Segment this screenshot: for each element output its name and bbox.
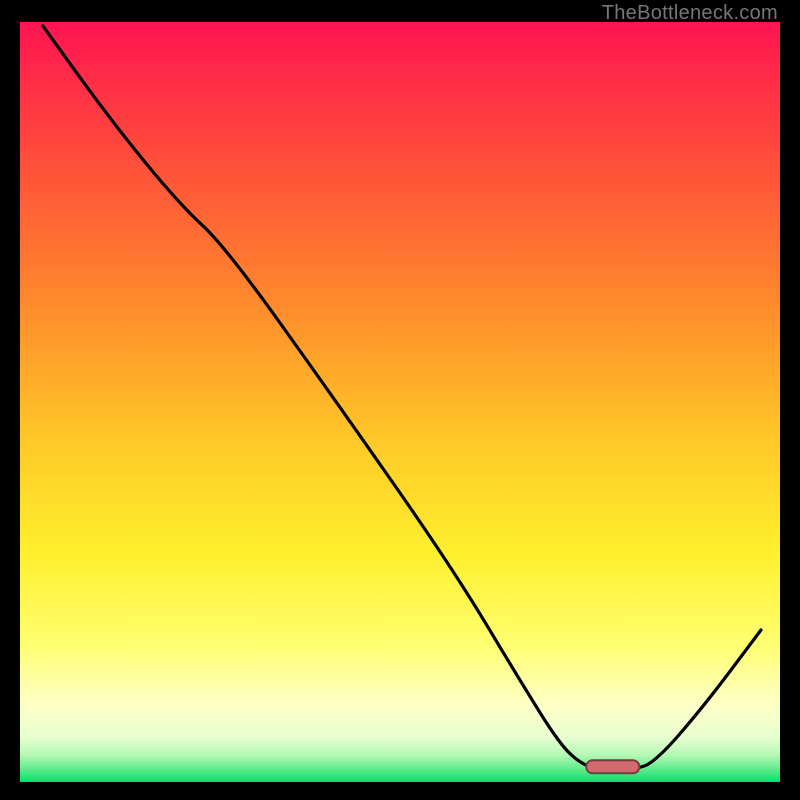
chart-svg bbox=[20, 22, 780, 782]
gradient-background bbox=[20, 22, 780, 782]
chart-area bbox=[20, 22, 780, 782]
optimum-marker bbox=[586, 760, 639, 773]
watermark-text: TheBottleneck.com bbox=[602, 2, 778, 25]
